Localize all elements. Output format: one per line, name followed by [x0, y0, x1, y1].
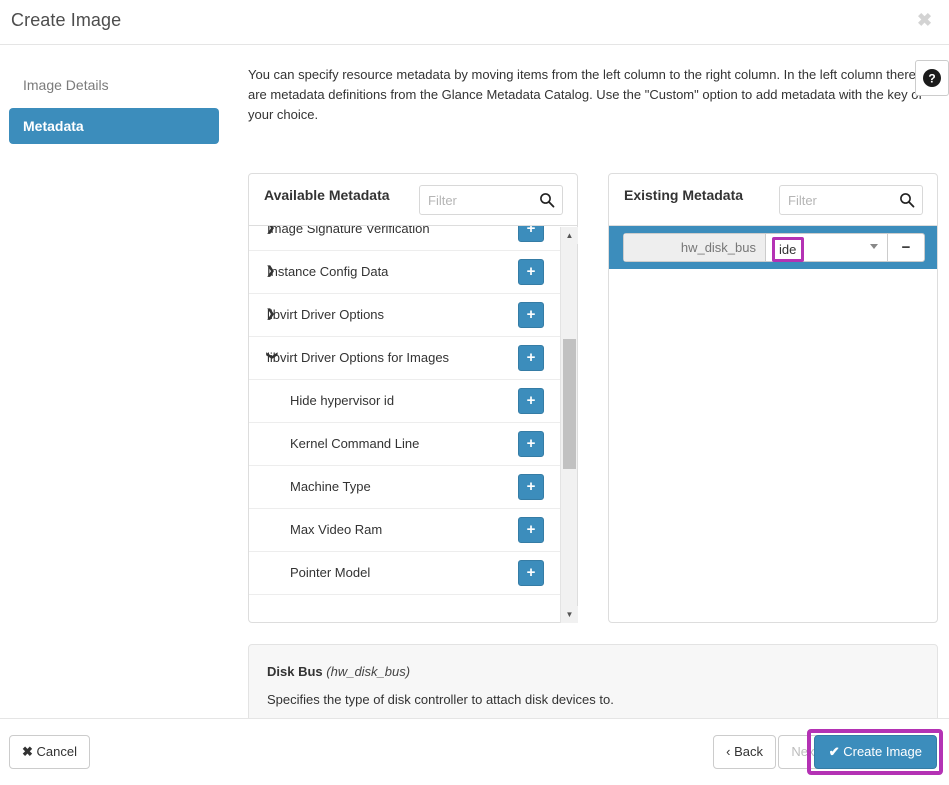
page-title: Create Image	[11, 10, 122, 30]
add-metadata-button[interactable]: +	[518, 474, 544, 500]
available-panel-title: Available Metadata	[264, 187, 390, 203]
add-metadata-button[interactable]: +	[518, 345, 544, 371]
sidebar-item-image-details[interactable]: Image Details	[9, 67, 219, 103]
list-item[interactable]: ❯ libvirt Driver Options for Images +	[249, 337, 560, 380]
list-item-label: Machine Type	[290, 479, 371, 494]
existing-metadata-panel: Existing Metadata hw_disk_bus ide	[608, 173, 938, 623]
modal-header: Create Image ✖	[0, 0, 949, 45]
available-metadata-list: ❯ Image Signature Verification + ❯ Insta…	[249, 226, 577, 623]
close-icon[interactable]: ✖	[911, 6, 937, 32]
remove-metadata-button[interactable]: −	[887, 234, 924, 261]
list-item-label: Instance Config Data	[267, 264, 389, 279]
available-list-scrollbar[interactable]: ▲ ▼	[560, 227, 578, 623]
search-icon[interactable]	[899, 192, 915, 208]
list-item-label: Pointer Model	[290, 565, 371, 580]
list-item[interactable]: Machine Type +	[249, 466, 560, 509]
metadata-value-text[interactable]: ide	[772, 237, 805, 262]
list-item-label: Hide hypervisor id	[290, 393, 395, 408]
available-filter-box[interactable]	[419, 185, 563, 215]
description-key: (hw_disk_bus)	[326, 664, 411, 679]
scrollbar-thumb[interactable]	[563, 339, 576, 469]
existing-filter-input[interactable]	[780, 186, 896, 214]
create-image-button-label: Create Image	[843, 744, 922, 759]
list-item[interactable]: Kernel Command Line +	[249, 423, 560, 466]
add-metadata-button[interactable]: +	[518, 226, 544, 242]
description-name: Disk Bus	[267, 664, 323, 679]
available-panel-header: Available Metadata	[249, 174, 577, 226]
list-item-label: libvirt Driver Options	[267, 307, 385, 322]
add-metadata-button[interactable]: +	[518, 560, 544, 586]
modal-body: Image Details Metadata You can specify r…	[0, 46, 949, 736]
existing-panel-header: Existing Metadata	[609, 174, 937, 226]
list-item[interactable]: ❯ Instance Config Data +	[249, 251, 560, 294]
available-filter-input[interactable]	[420, 186, 536, 214]
list-item-label: libvirt Driver Options for Images	[267, 350, 450, 365]
existing-metadata-row[interactable]: hw_disk_bus ide −	[609, 226, 937, 269]
intro-description: You can specify resource metadata by mov…	[248, 67, 923, 122]
cancel-icon: ✖	[22, 744, 33, 759]
available-list-inner: ❯ Image Signature Verification + ❯ Insta…	[249, 226, 560, 595]
wizard-nav: Image Details Metadata	[9, 67, 219, 149]
svg-text:?: ?	[928, 72, 935, 86]
search-icon[interactable]	[539, 192, 555, 208]
metadata-step-content: You can specify resource metadata by mov…	[248, 46, 949, 736]
modal-footer: ✖ Cancel ‹ Back Next › ✔ Create Image	[0, 718, 949, 785]
add-metadata-button[interactable]: +	[518, 259, 544, 285]
chevron-down-icon[interactable]	[870, 244, 878, 249]
existing-panel-title: Existing Metadata	[624, 187, 744, 203]
check-icon: ✔	[828, 744, 840, 759]
list-item-label: Max Video Ram	[290, 522, 383, 537]
back-button[interactable]: ‹ Back	[713, 735, 776, 769]
list-item-label: Image Signature Verification	[267, 226, 430, 236]
metadata-key-value-control: hw_disk_bus ide −	[623, 233, 925, 262]
available-metadata-panel: Available Metadata ❯ Image Signat	[248, 173, 578, 623]
question-circle-icon[interactable]: ?	[915, 60, 949, 96]
existing-filter-box[interactable]	[779, 185, 923, 215]
description-title: Disk Bus (hw_disk_bus)	[267, 664, 410, 679]
list-item[interactable]: ❯ Image Signature Verification +	[249, 226, 560, 251]
list-item[interactable]: Hide hypervisor id +	[249, 380, 560, 423]
create-image-button[interactable]: ✔ Create Image	[813, 735, 937, 769]
cancel-button[interactable]: ✖ Cancel	[9, 735, 90, 769]
metadata-value-dropdown[interactable]: ide	[766, 234, 887, 262]
description-text: Specifies the type of disk controller to…	[267, 692, 614, 707]
metadata-key-label: hw_disk_bus	[624, 234, 766, 261]
add-metadata-button[interactable]: +	[518, 517, 544, 543]
scroll-down-arrow-icon[interactable]: ▼	[561, 606, 578, 623]
list-item[interactable]: Max Video Ram +	[249, 509, 560, 552]
list-item[interactable]: ❯ libvirt Driver Options +	[249, 294, 560, 337]
cancel-button-label: Cancel	[36, 744, 77, 759]
sidebar-item-metadata[interactable]: Metadata	[9, 108, 219, 144]
list-item[interactable]: Pointer Model +	[249, 552, 560, 595]
list-item-label: Kernel Command Line	[290, 436, 420, 451]
add-metadata-button[interactable]: +	[518, 388, 544, 414]
add-metadata-button[interactable]: +	[518, 302, 544, 328]
scroll-up-arrow-icon[interactable]: ▲	[561, 227, 578, 244]
add-metadata-button[interactable]: +	[518, 431, 544, 457]
